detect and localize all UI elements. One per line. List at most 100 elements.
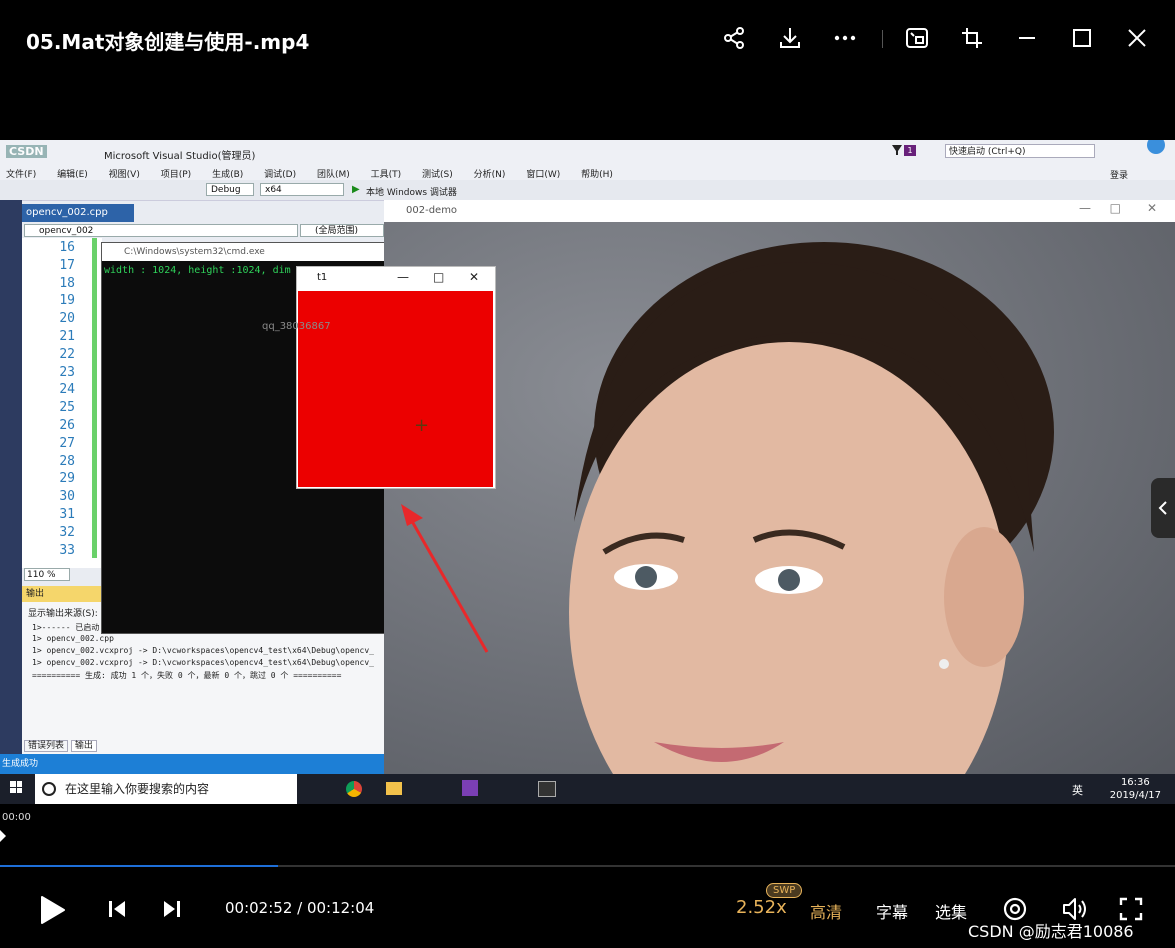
- csdn-logo: CSDN: [6, 145, 47, 158]
- line-number: 19: [59, 293, 75, 309]
- cmd-title: C:\Windows\system32\cmd.exe: [102, 243, 388, 261]
- video-title: 05.Mat对象创建与使用-.mp4: [26, 30, 310, 54]
- t1-window[interactable]: t1 — □ ✕ qq_38036867 +: [262, 266, 496, 489]
- time-display: 00:02:52 / 00:12:04: [225, 899, 375, 917]
- csdn-watermark: CSDN @励志君10086: [968, 922, 1134, 941]
- config-dropdown[interactable]: Debug: [206, 183, 254, 196]
- demo-maximize-icon[interactable]: □: [1110, 201, 1121, 215]
- next-button[interactable]: [159, 896, 185, 922]
- quality-button[interactable]: 高清: [810, 899, 842, 923]
- project-dropdown[interactable]: opencv_002: [24, 224, 298, 237]
- speed-badge: SWP: [766, 883, 803, 898]
- maximize-icon[interactable]: [1068, 24, 1096, 52]
- vs-window-title: Microsoft Visual Studio(管理员): [104, 151, 256, 162]
- minimize-icon[interactable]: [1013, 24, 1041, 52]
- play-icon: [41, 896, 65, 924]
- demo-close-icon[interactable]: ✕: [1147, 201, 1157, 215]
- demo-minimize-icon[interactable]: —: [1079, 201, 1091, 215]
- vs-status-bar: 生成成功: [0, 754, 386, 774]
- t1-maximize-icon[interactable]: □: [433, 270, 444, 284]
- vs-toolbar: Debug x64 ▶ 本地 Windows 调试器: [0, 180, 1175, 201]
- ime-indicator[interactable]: 英: [1072, 782, 1083, 798]
- taskbar-search-input[interactable]: 在这里输入你要搜索的内容: [35, 774, 297, 804]
- more-icon[interactable]: [831, 24, 859, 52]
- cmd-icon[interactable]: [538, 781, 556, 797]
- file-explorer-icon[interactable]: [386, 782, 402, 795]
- output-source-label: 显示输出来源(S):: [28, 609, 98, 619]
- episodes-button[interactable]: 选集: [935, 899, 967, 923]
- line-number: 18: [59, 275, 75, 291]
- windows-start-icon[interactable]: [10, 781, 22, 793]
- menu-item-edit[interactable]: 编辑(E): [57, 170, 88, 180]
- line-number: 17: [59, 257, 75, 273]
- menu-item-team[interactable]: 团队(M): [317, 170, 350, 180]
- menu-item-analyze[interactable]: 分析(N): [474, 170, 506, 180]
- windows-taskbar: 在这里输入你要搜索的内容 英 16:36 2019/4/17: [0, 774, 1175, 804]
- share-icon[interactable]: [720, 24, 748, 52]
- menu-item-test[interactable]: 测试(S): [422, 170, 453, 180]
- taskbar-clock[interactable]: 16:36 2019/4/17: [1110, 776, 1161, 802]
- red-image: qq_38036867 +: [262, 291, 493, 487]
- line-number: 26: [59, 418, 75, 433]
- menu-item-window[interactable]: 窗口(W): [526, 170, 560, 180]
- platform-dropdown[interactable]: x64: [260, 183, 344, 196]
- tab-output[interactable]: 输出: [70, 740, 97, 752]
- output-line: 1>------ 已启动: [32, 623, 100, 632]
- vs-side-panel: [0, 200, 22, 754]
- clock-time: 16:36: [1120, 777, 1150, 788]
- line-number: 31: [59, 507, 75, 522]
- menu-item-file[interactable]: 文件(F): [6, 170, 36, 180]
- run-icon[interactable]: ▶: [352, 184, 360, 195]
- next-icon: [164, 901, 180, 917]
- vs-title-bar: CSDN Microsoft Visual Studio(管理员) 1 快速启动…: [0, 140, 1175, 164]
- play-button[interactable]: [36, 894, 68, 926]
- line-number: 30: [59, 489, 75, 505]
- run-debugger-button[interactable]: 本地 Windows 调试器: [366, 185, 457, 198]
- notification-badge[interactable]: 1: [904, 145, 916, 156]
- line-number: 21: [59, 329, 75, 344]
- video-frame[interactable]: CSDN Microsoft Visual Studio(管理员) 1 快速启动…: [0, 140, 1175, 804]
- t1-minimize-icon[interactable]: —: [397, 270, 409, 284]
- output-line: 1> opencv_002.vcxproj -> D:\vcworkspaces…: [32, 646, 374, 655]
- change-bar: [92, 238, 97, 558]
- menu-item-debug[interactable]: 调试(D): [264, 170, 296, 180]
- visual-studio-icon[interactable]: [462, 780, 478, 796]
- prev-icon: [109, 901, 125, 917]
- filter-icon[interactable]: [892, 145, 902, 155]
- file-tab[interactable]: opencv_002.cpp: [22, 204, 134, 222]
- close-icon[interactable]: [1123, 24, 1151, 52]
- menu-item-help[interactable]: 帮助(H): [581, 170, 613, 180]
- menu-item-build[interactable]: 生成(B): [212, 170, 243, 180]
- zoom-dropdown[interactable]: 110 %: [24, 568, 70, 581]
- pip-icon[interactable]: [903, 24, 931, 52]
- line-number: 29: [59, 471, 75, 487]
- cortana-icon[interactable]: [42, 782, 56, 796]
- demo-window[interactable]: 002-demo — □ ✕: [384, 200, 1175, 774]
- menu-item-tools[interactable]: 工具(T): [371, 170, 402, 180]
- previous-button[interactable]: [104, 896, 130, 922]
- line-number: 20: [59, 311, 75, 327]
- subtitles-button[interactable]: 字幕: [876, 899, 908, 923]
- chrome-icon[interactable]: [346, 781, 362, 797]
- quick-launch-input[interactable]: 快速启动 (Ctrl+Q): [945, 144, 1095, 158]
- portrait-image: [384, 222, 1175, 774]
- fullscreen-mini-icon[interactable]: [958, 24, 986, 52]
- line-number: 33: [59, 542, 75, 558]
- toolbar-divider: [882, 30, 883, 48]
- progress-fill[interactable]: [0, 865, 279, 867]
- chevron-left-icon: [1158, 501, 1167, 515]
- side-panel-toggle[interactable]: [1151, 478, 1175, 538]
- annotation-arrow: [401, 504, 489, 653]
- t1-close-icon[interactable]: ✕: [469, 270, 479, 284]
- tab-error-list[interactable]: 错误列表: [24, 740, 69, 752]
- mouse-cursor-icon: [0, 830, 6, 842]
- line-number: 25: [59, 400, 75, 416]
- avatar[interactable]: [1147, 140, 1165, 154]
- line-number: 22: [59, 346, 75, 362]
- scope-dropdown[interactable]: (全局范围): [300, 224, 384, 237]
- menu-item-project[interactable]: 项目(P): [161, 170, 191, 180]
- download-icon[interactable]: [776, 24, 804, 52]
- menu-item-view[interactable]: 视图(V): [109, 170, 140, 180]
- demo-title: 002-demo: [384, 200, 1175, 222]
- speed-button[interactable]: 2.52x: [736, 897, 787, 918]
